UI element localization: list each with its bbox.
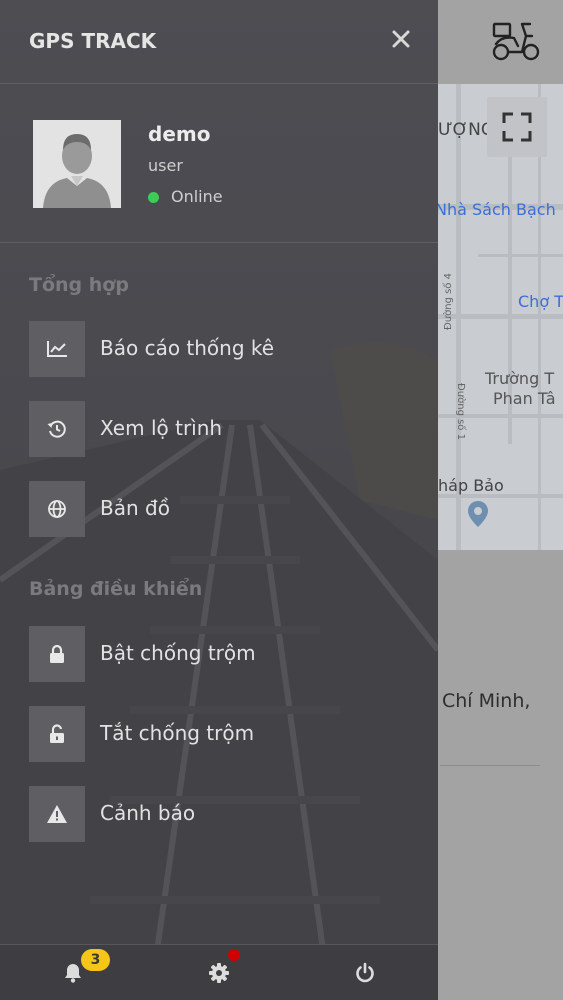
power-icon [356,962,374,983]
fullscreen-icon [502,112,532,142]
chart-icon [29,321,85,377]
globe-icon [29,481,85,537]
user-name: demo [148,122,211,146]
close-icon [392,30,410,48]
app-title: GPS TRACK [29,29,157,53]
menu-item-enable-anti-theft[interactable]: Bật chống trộm [29,626,409,682]
online-status-dot [148,192,159,203]
map-label: Trường T [485,369,555,388]
menu-item-label: Cảnh báo [100,801,196,825]
lock-icon [29,626,85,682]
notifications-button[interactable] [0,945,146,1000]
menu-item-statistics-report[interactable]: Báo cáo thống kê [29,321,409,377]
settings-alert-dot [228,949,240,961]
menu-item-label: Bản đồ [100,496,170,520]
menu-item-label: Xem lộ trình [100,416,223,440]
user-profile: demo user Online [0,84,438,243]
scooter-icon[interactable] [488,14,542,68]
menu-item-label: Tắt chống trộm [100,721,255,745]
close-button[interactable] [390,28,412,50]
map-label: Nhà Sách Bạch [438,200,556,219]
fullscreen-button[interactable] [487,97,547,157]
map-pin-icon[interactable] [467,500,489,532]
menu-item-warning[interactable]: Cảnh báo [29,786,409,842]
divider [440,765,540,766]
bell-icon [65,964,81,983]
unlock-icon [29,706,85,762]
warning-icon [29,786,85,842]
address-text: Chí Minh, [442,690,531,712]
map-label: háp Bảo [438,476,504,495]
drawer-header: GPS TRACK [0,0,438,84]
online-status-text: Online [171,187,223,206]
map-label: Phan Tâ [493,389,556,408]
map-label: Đường số 4 [442,273,454,330]
bottom-bar: 3 [0,944,438,1000]
settings-button[interactable] [146,945,292,1000]
map-label: Đường số 1 [454,383,466,440]
history-icon [29,401,85,457]
menu-item-disable-anti-theft[interactable]: Tắt chống trộm [29,706,409,762]
avatar[interactable] [33,120,121,208]
gear-icon [209,963,229,983]
notification-count-badge: 3 [81,949,110,971]
map-label: ƯỢNG [438,120,494,140]
side-drawer: GPS TRACK demo user Online Tổng hợp Báo … [0,0,438,1000]
user-role: user [148,156,183,175]
power-button[interactable] [292,945,438,1000]
menu-item-label: Báo cáo thống kê [100,336,275,360]
section-title-summary: Tổng hợp [29,274,129,296]
section-title-control-panel: Bảng điều khiển [29,578,203,600]
map-label: Chợ T [518,292,563,311]
menu-item-view-route[interactable]: Xem lộ trình [29,401,409,457]
menu-item-label: Bật chống trộm [100,641,256,665]
menu-item-map[interactable]: Bản đồ [29,481,409,537]
